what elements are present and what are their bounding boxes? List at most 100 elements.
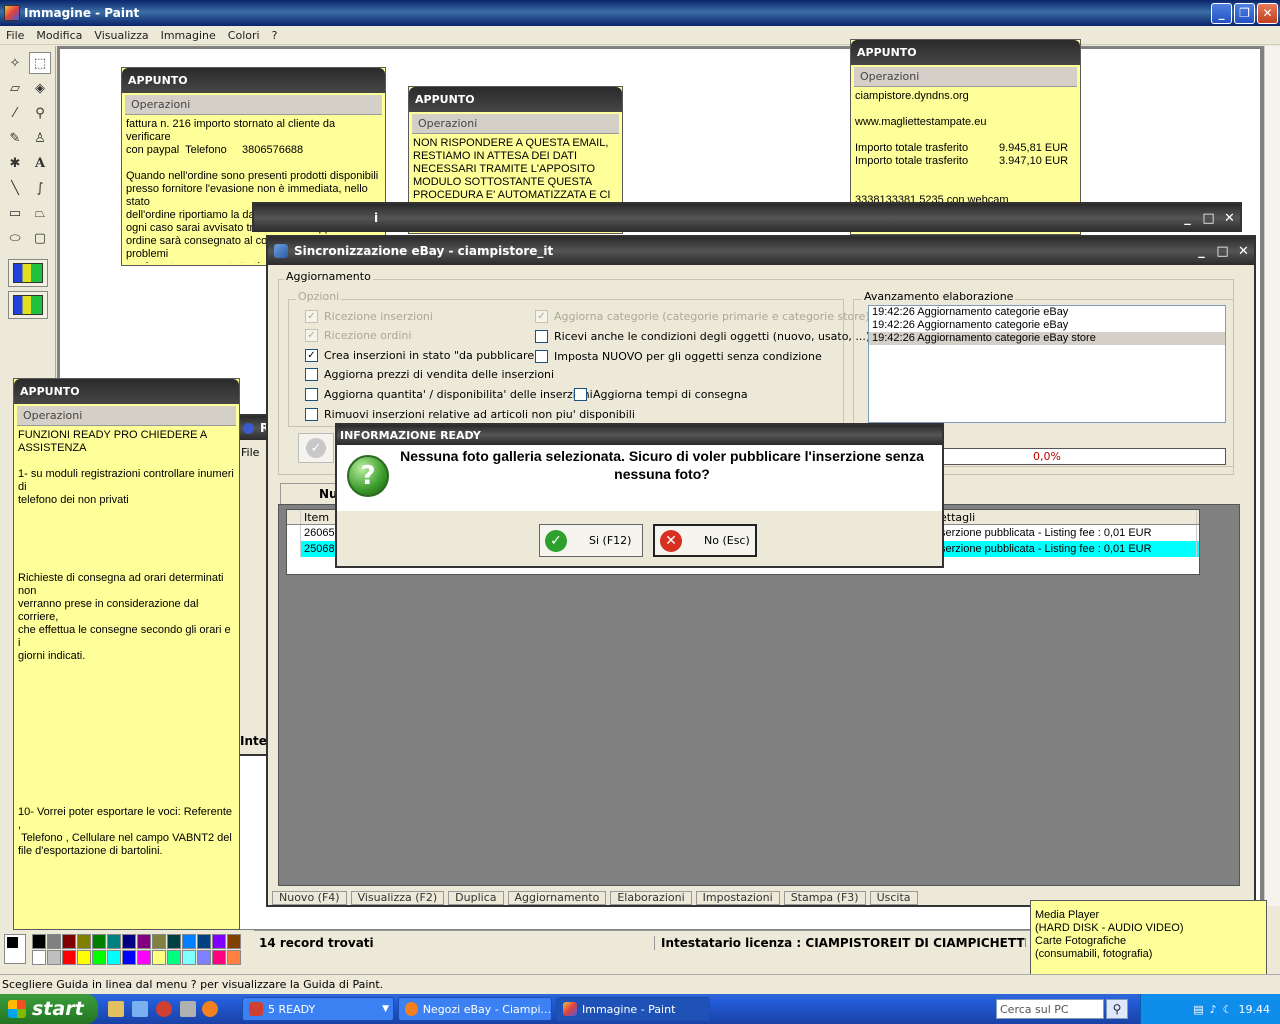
rect-select-icon[interactable]: ⬚ xyxy=(29,52,51,74)
line-icon[interactable]: ╲ xyxy=(4,177,26,199)
ellipse-icon[interactable]: ⬭ xyxy=(4,227,26,249)
check-ricezione-inserzioni[interactable]: ✓ Ricezione inserzioni xyxy=(305,310,433,323)
bg-mid-close-button[interactable]: ✕ xyxy=(1219,208,1240,229)
check-aggiorna-prezzi[interactable]: Aggiorna prezzi di vendita delle inserzi… xyxy=(305,368,554,381)
eraser-icon[interactable]: ▱ xyxy=(4,77,26,99)
start-sync-button[interactable]: ✓ xyxy=(298,433,334,463)
fill-bucket-icon[interactable]: ◈ xyxy=(29,77,51,99)
check-aggiorna-tempi[interactable]: Aggiorna tempi di consegna xyxy=(574,388,748,401)
canvas-vertical-scrollbar[interactable] xyxy=(1264,46,1280,906)
note-1-operations[interactable]: Operazioni xyxy=(125,95,382,115)
color-swatch[interactable] xyxy=(152,950,166,965)
menu-modifica[interactable]: Modifica xyxy=(30,29,88,42)
color-swatch[interactable] xyxy=(77,934,91,949)
color-swatch[interactable] xyxy=(122,950,136,965)
info-dialog[interactable]: INFORMAZIONE READY ? Nessuna foto galler… xyxy=(335,423,944,568)
color-swatch[interactable] xyxy=(92,950,106,965)
menu-file[interactable]: File xyxy=(0,29,30,42)
check-ricevi-condizioni[interactable]: Ricevi anche le condizioni degli oggetti… xyxy=(535,330,870,343)
impostazioni-button[interactable]: Impostazioni xyxy=(695,891,780,905)
paint-close-button[interactable]: ✕ xyxy=(1257,2,1278,24)
quicklaunch-tool-icon[interactable] xyxy=(180,1001,196,1017)
bg-mid-maximize-button[interactable]: □ xyxy=(1198,208,1219,229)
color-swatch[interactable] xyxy=(47,934,61,949)
color-swatch[interactable] xyxy=(47,950,61,965)
tool-option-opaque[interactable] xyxy=(8,259,48,287)
color-swatch[interactable] xyxy=(167,950,181,965)
quicklaunch-firefox-icon[interactable] xyxy=(202,1001,218,1017)
taskbar-item-ready[interactable]: 5 READY ▼ xyxy=(242,997,394,1021)
pencil-icon[interactable]: ✎ xyxy=(4,127,26,149)
check-aggiorna-quantita[interactable]: Aggiorna quantita' / disponibilita' dell… xyxy=(305,388,593,401)
color-swatch[interactable] xyxy=(32,934,46,949)
check-crea-inserzioni[interactable]: ✓ Crea inserzioni in stato "da pubblicare… xyxy=(305,349,539,362)
yes-button[interactable]: ✓ Si (F12) xyxy=(539,524,643,557)
color-swatch[interactable] xyxy=(137,950,151,965)
duplica-button[interactable]: Duplica xyxy=(448,891,504,905)
check-ricezione-ordini[interactable]: ✓ Ricezione ordini xyxy=(305,329,411,342)
taskbar-item-firefox[interactable]: Negozi eBay - Ciampi... xyxy=(398,997,552,1021)
color-picker-icon[interactable]: ⁄ xyxy=(4,102,26,124)
magnifier-icon[interactable]: ⚲ xyxy=(29,102,51,124)
note-4-operations[interactable]: Operazioni xyxy=(17,406,236,426)
note-5-body[interactable]: Media Player (HARD DISK - AUDIO VIDEO) C… xyxy=(1031,901,1266,977)
quicklaunch-ie-icon[interactable] xyxy=(132,1001,148,1017)
color-swatch[interactable] xyxy=(197,934,211,949)
uscita-button[interactable]: Uscita xyxy=(869,891,918,905)
progress-log-list[interactable]: 19:42:26 Aggiornamento categorie eBay 19… xyxy=(868,305,1226,423)
color-swatch[interactable] xyxy=(212,950,226,965)
color-swatch[interactable] xyxy=(107,950,121,965)
taskbar-item-paint[interactable]: Immagine - Paint xyxy=(556,997,710,1021)
color-swatch[interactable] xyxy=(182,950,196,965)
grid-header-dettagli[interactable]: ettagli xyxy=(937,510,1197,524)
text-tool-icon[interactable]: A xyxy=(29,152,51,174)
color-swatch[interactable] xyxy=(92,934,106,949)
color-swatch[interactable] xyxy=(137,934,151,949)
color-swatch[interactable] xyxy=(107,934,121,949)
sync-close-button[interactable]: ✕ xyxy=(1233,241,1254,262)
paint-minimize-button[interactable]: _ xyxy=(1211,2,1232,24)
airbrush-icon[interactable]: ✱ xyxy=(4,152,26,174)
color-swatch[interactable] xyxy=(62,950,76,965)
current-colors[interactable] xyxy=(4,934,26,964)
color-swatch[interactable] xyxy=(227,934,241,949)
color-swatch[interactable] xyxy=(167,934,181,949)
tool-option-transparent[interactable] xyxy=(8,291,48,319)
tray-network-icon[interactable]: ▤ xyxy=(1193,1003,1203,1016)
clock[interactable]: 19.44 xyxy=(1239,1003,1271,1016)
free-select-icon[interactable]: ✧ xyxy=(4,52,26,74)
rounded-rect-icon[interactable]: ▢ xyxy=(29,227,51,249)
check-aggiorna-categorie[interactable]: ✓ Aggiorna categorie (categorie primarie … xyxy=(535,310,870,323)
aggiornamento-button[interactable]: Aggiornamento xyxy=(507,891,607,905)
color-swatch[interactable] xyxy=(32,950,46,965)
paint-maximize-button[interactable]: ❐ xyxy=(1234,2,1255,24)
grid-tab[interactable]: Nu xyxy=(280,483,340,505)
quicklaunch-app-icon[interactable] xyxy=(156,1001,172,1017)
elaborazioni-button[interactable]: Elaborazioni xyxy=(610,891,692,905)
menu-help[interactable]: ? xyxy=(266,29,284,42)
check-imposta-nuovo[interactable]: Imposta NUOVO per gli oggetti senza cond… xyxy=(535,350,822,363)
menu-colori[interactable]: Colori xyxy=(222,29,266,42)
sync-window[interactable]: Sincronizzazione eBay - ciampistore_it _… xyxy=(266,235,1256,907)
color-swatch[interactable] xyxy=(152,934,166,949)
menu-immagine[interactable]: Immagine xyxy=(155,29,222,42)
stampa-button[interactable]: Stampa (F3) xyxy=(783,891,866,905)
color-swatch[interactable] xyxy=(212,934,226,949)
color-swatch[interactable] xyxy=(122,934,136,949)
sync-minimize-button[interactable]: _ xyxy=(1191,241,1212,262)
color-swatch[interactable] xyxy=(197,950,211,965)
note-4-body[interactable]: FUNZIONI READY PRO CHIEDERE A ASSISTENZA… xyxy=(14,426,239,926)
check-rimuovi-inserzioni[interactable]: Rimuovi inserzioni relative ad articoli … xyxy=(305,408,635,421)
background-window-mid[interactable]: i _ □ ✕ xyxy=(252,202,1242,232)
note-3-operations[interactable]: Operazioni xyxy=(854,67,1077,87)
bg-mid-minimize-button[interactable]: _ xyxy=(1177,208,1198,229)
visualizza-button[interactable]: Visualizza (F2) xyxy=(350,891,445,905)
menu-visualizza[interactable]: Visualizza xyxy=(88,29,154,42)
color-swatch[interactable] xyxy=(182,934,196,949)
polygon-icon[interactable]: ⏢ xyxy=(29,202,51,224)
start-button[interactable]: start xyxy=(0,994,98,1024)
sticky-note-4[interactable]: APPUNTO Operazioni FUNZIONI READY PRO CH… xyxy=(13,378,240,930)
sync-maximize-button[interactable]: □ xyxy=(1212,241,1233,262)
no-button[interactable]: ✕ No (Esc) xyxy=(653,524,757,557)
desktop-search-input[interactable]: Cerca sul PC xyxy=(996,999,1104,1019)
